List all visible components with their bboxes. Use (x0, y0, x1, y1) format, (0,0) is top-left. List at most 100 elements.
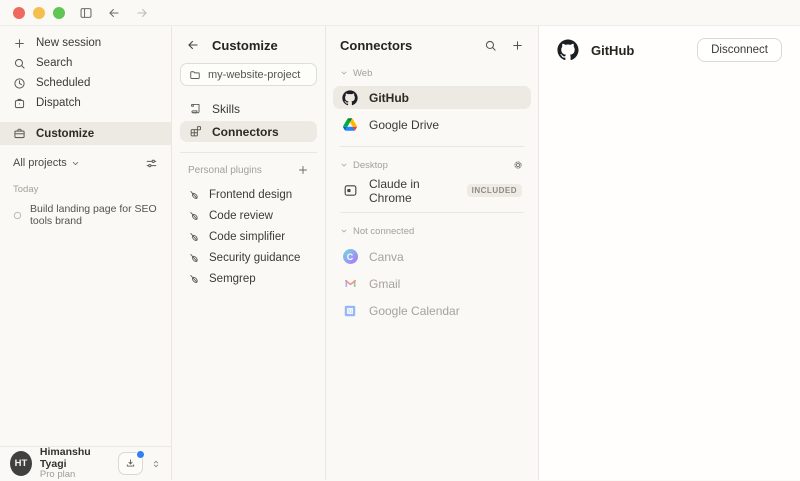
sidebar-item-label: Dispatch (36, 97, 81, 109)
back-arrow-icon[interactable] (107, 6, 121, 20)
scroll-icon (189, 102, 202, 115)
connector-name: Canva (369, 249, 404, 264)
tab-skills[interactable]: Skills (180, 98, 317, 119)
plugin-item-frontend-design[interactable]: Frontend design (172, 185, 325, 205)
plugin-item-label: Code review (209, 210, 273, 222)
whisk-icon (188, 189, 200, 201)
divider (340, 146, 524, 147)
sidebar-item-label: Search (36, 57, 73, 69)
user-account-row[interactable]: HT Himanshu Tyagi Pro plan (0, 446, 171, 480)
section-header-desktop[interactable]: Desktop (326, 158, 538, 172)
today-section-label: Today (13, 184, 39, 195)
plugin-item-security-guidance[interactable]: Security guidance (172, 248, 325, 268)
sliders-icon[interactable] (145, 157, 158, 170)
minimize-window-button[interactable] (33, 6, 45, 19)
section-label: Desktop (353, 159, 388, 171)
briefcase-icon (13, 127, 26, 140)
chevron-down-icon (340, 227, 348, 235)
connector-item-canva[interactable]: C Canva (333, 245, 531, 268)
section-header-web[interactable]: Web (326, 66, 538, 80)
back-arrow-icon[interactable] (186, 38, 200, 52)
plugin-item-label: Frontend design (209, 189, 293, 201)
whisk-icon (188, 252, 200, 264)
download-update-button[interactable] (118, 450, 145, 475)
maximize-window-button[interactable] (53, 6, 65, 19)
sidebar-item-customize[interactable]: Customize (0, 122, 171, 145)
connectors-header: Connectors (326, 35, 538, 55)
sidebar-item-label: Customize (36, 127, 95, 140)
add-connector-icon[interactable] (511, 39, 524, 52)
connector-item-gmail[interactable]: Gmail (333, 272, 531, 295)
sidebar-item-search[interactable]: Search (0, 53, 171, 73)
section-label: Web (353, 67, 373, 79)
connector-item-google-calendar[interactable]: 31 Google Calendar (333, 299, 531, 322)
whisk-icon (188, 273, 200, 285)
toggle-sidebar-icon[interactable] (79, 6, 93, 20)
dispatch-icon (13, 97, 26, 110)
detail-panel: GitHub Disconnect (539, 26, 800, 480)
add-plugin-icon[interactable] (297, 164, 309, 176)
clock-icon (13, 77, 26, 90)
detail-title: GitHub (591, 42, 635, 58)
divider (180, 152, 317, 153)
connector-name: Gmail (369, 276, 401, 291)
close-window-button[interactable] (13, 6, 25, 19)
folder-icon (189, 69, 201, 81)
search-icon[interactable] (484, 39, 497, 52)
forward-arrow-icon[interactable] (135, 6, 149, 20)
divider (340, 212, 524, 213)
session-item-label: Build landing page for SEO tools brand (30, 203, 157, 227)
tab-connectors[interactable]: Connectors (180, 121, 317, 142)
section-label: Not connected (353, 225, 415, 237)
chevron-down-icon (340, 69, 348, 77)
plugin-item-semgrep[interactable]: Semgrep (172, 269, 325, 289)
canva-icon: C (342, 249, 358, 265)
session-list-item[interactable]: Build landing page for SEO tools brand (0, 203, 171, 227)
user-plan: Pro plan (39, 469, 76, 481)
project-selector[interactable]: my-website-project (180, 63, 317, 86)
connector-name: Google Drive (369, 117, 440, 132)
connector-name: Claude in Chrome (369, 176, 420, 205)
projects-filter[interactable]: All projects (0, 154, 171, 172)
included-badge: INCLUDED (466, 184, 522, 197)
plugin-item-code-simplifier[interactable]: Code simplifier (172, 227, 325, 247)
connector-item-claude-in-chrome[interactable]: Claude in Chrome INCLUDED (333, 176, 531, 205)
gear-icon[interactable] (512, 159, 524, 171)
tab-label: Skills (212, 101, 241, 116)
status-circle-icon (13, 211, 22, 220)
svg-text:31: 31 (348, 308, 353, 313)
plugins-section-label: Personal plugins (188, 164, 262, 176)
connectors-panel: Connectors Web GitHub Google Drive Deskt… (326, 26, 539, 480)
connector-item-github[interactable]: GitHub (333, 86, 531, 109)
download-icon (125, 458, 136, 469)
github-icon (342, 89, 358, 106)
page-title: Customize (212, 37, 278, 53)
chevron-down-icon (340, 161, 348, 169)
plugin-item-label: Semgrep (209, 273, 256, 285)
connector-name: GitHub (369, 90, 409, 105)
sidebar-item-new-session[interactable]: New session (0, 33, 171, 53)
project-selector-value: my-website-project (208, 68, 301, 81)
gmail-icon (342, 276, 358, 292)
chevron-down-icon (71, 159, 80, 168)
detail-header: GitHub Disconnect (539, 35, 800, 65)
panel-title: Connectors (340, 37, 413, 53)
google-calendar-icon: 31 (342, 303, 358, 319)
unfold-chevrons-icon[interactable] (151, 458, 161, 470)
whisk-icon (188, 231, 200, 243)
plugins-section-header: Personal plugins (172, 162, 325, 178)
connector-item-google-drive[interactable]: Google Drive (333, 113, 531, 136)
sidebar-item-label: New session (36, 37, 102, 49)
sidebar-item-dispatch[interactable]: Dispatch (0, 93, 171, 113)
sidebar-item-scheduled[interactable]: Scheduled (0, 73, 171, 93)
search-icon (13, 57, 26, 70)
disconnect-button[interactable]: Disconnect (697, 38, 782, 62)
user-name: Himanshu Tyagi (39, 445, 91, 471)
titlebar (0, 0, 800, 26)
connector-name: Google Calendar (369, 303, 460, 318)
plus-icon (13, 37, 26, 50)
plugin-item-code-review[interactable]: Code review (172, 206, 325, 226)
github-icon (557, 39, 579, 61)
avatar: HT (10, 451, 32, 476)
section-header-not-connected[interactable]: Not connected (326, 224, 538, 238)
